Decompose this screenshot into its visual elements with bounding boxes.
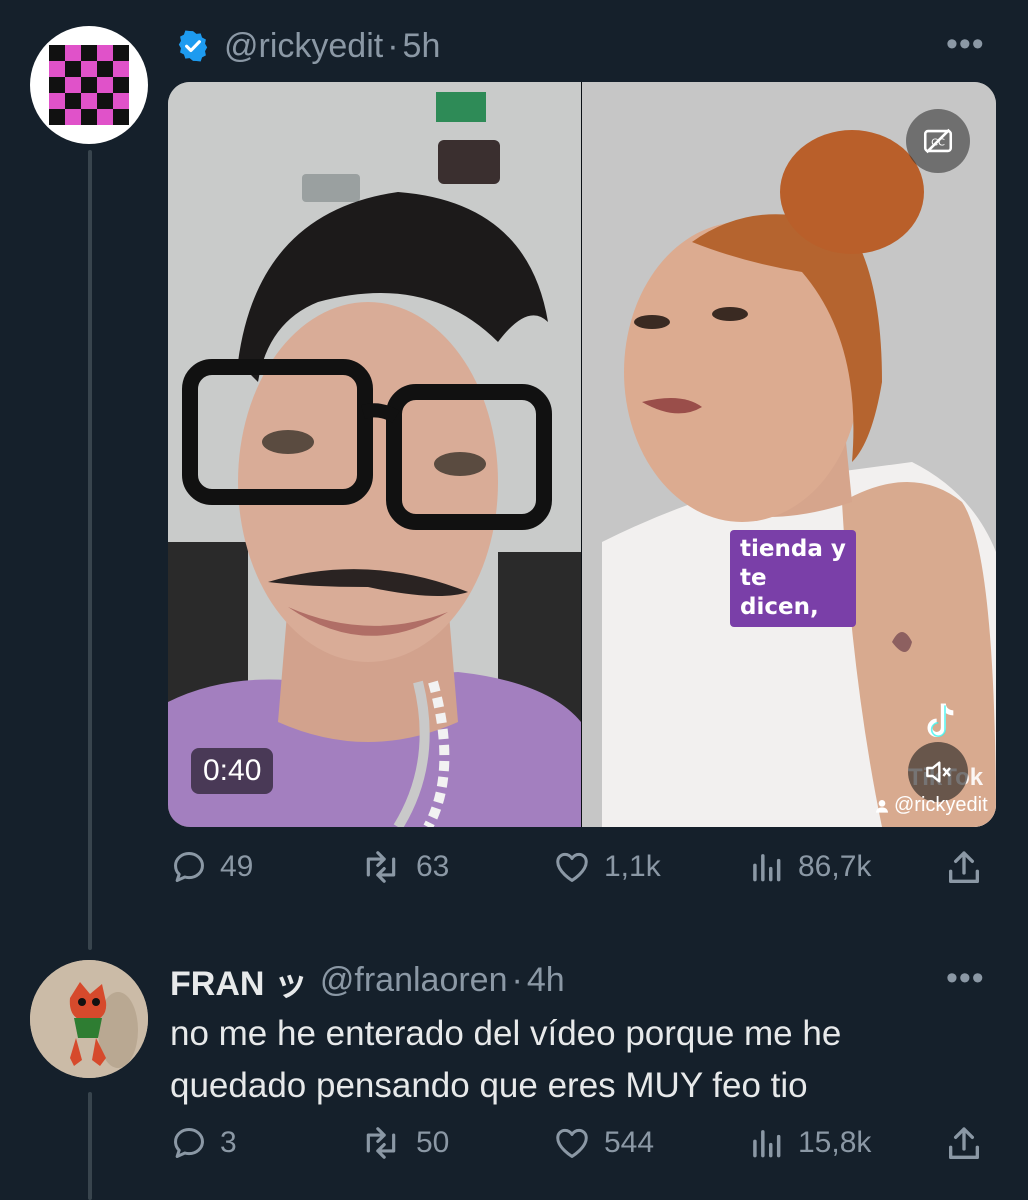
reply-text: no me he enterado del vídeo porque me he… bbox=[170, 1014, 842, 1105]
share-icon bbox=[949, 851, 979, 883]
like-count: 1,1k bbox=[604, 850, 661, 883]
man-with-glasses-image bbox=[168, 82, 581, 827]
views-count: 86,7k bbox=[798, 850, 872, 883]
checkerboard-logo bbox=[49, 45, 129, 125]
retweet-button[interactable]: 50 bbox=[358, 1124, 449, 1162]
retweet-icon bbox=[366, 1127, 396, 1159]
tiktok-handle-watermark: @rickyedit bbox=[874, 794, 988, 817]
reply-header: FRAN ッ @franlaoren · 4h bbox=[170, 956, 565, 1005]
reply-icon bbox=[174, 1128, 204, 1158]
views-button[interactable]: 15,8k bbox=[746, 1124, 871, 1162]
tiktok-logo-icon bbox=[927, 703, 954, 737]
reply-display-name[interactable]: FRAN ッ bbox=[170, 956, 308, 1005]
more-options-icon[interactable]: ••• bbox=[946, 961, 985, 995]
like-button[interactable]: 544 bbox=[552, 1124, 654, 1162]
avatar-franlaoren[interactable] bbox=[30, 960, 148, 1078]
reply-button[interactable]: 3 bbox=[170, 1124, 237, 1162]
thread-line-top bbox=[88, 150, 92, 950]
share-button[interactable] bbox=[944, 1124, 996, 1164]
separator: · bbox=[387, 26, 399, 65]
retweet-count: 63 bbox=[416, 850, 450, 883]
reply-count: 3 bbox=[220, 1126, 237, 1159]
views-button[interactable]: 86,7k bbox=[746, 848, 871, 886]
mute-toggle-button[interactable] bbox=[908, 742, 968, 802]
speaker-muted-icon bbox=[926, 761, 951, 783]
reply-count: 49 bbox=[220, 850, 254, 883]
captions-toggle-button[interactable]: CC bbox=[906, 109, 970, 173]
closed-captions-off-icon: CC bbox=[923, 128, 953, 154]
reply-button[interactable]: 49 bbox=[170, 848, 253, 886]
tiktok-handle-text: @rickyedit bbox=[894, 794, 988, 816]
share-button[interactable] bbox=[944, 848, 996, 888]
like-count: 544 bbox=[604, 1126, 655, 1159]
verified-badge-icon bbox=[178, 30, 208, 62]
heart-icon bbox=[556, 852, 588, 882]
video-caption-text: tienda y te dicen, bbox=[730, 530, 856, 627]
user-icon bbox=[876, 799, 888, 813]
reply-icon bbox=[174, 852, 204, 882]
retweet-button[interactable]: 63 bbox=[358, 848, 449, 886]
thread-line-bottom bbox=[88, 1092, 92, 1200]
views-chart-icon bbox=[753, 854, 781, 882]
reply-time[interactable]: 4h bbox=[527, 961, 565, 1000]
tweet-time[interactable]: 5h bbox=[403, 27, 441, 66]
heart-icon bbox=[556, 1128, 588, 1158]
tweet-handle[interactable]: @rickyedit bbox=[224, 27, 383, 66]
views-chart-icon bbox=[753, 1130, 781, 1158]
tweet-header: @rickyedit · 5h bbox=[176, 26, 440, 66]
retweet-icon bbox=[366, 851, 396, 883]
reply-action-bar: 3 50 544 15,8k bbox=[168, 1124, 998, 1174]
reply-handle[interactable]: @franlaoren bbox=[320, 961, 508, 1000]
views-count: 15,8k bbox=[798, 1126, 872, 1159]
tweet-action-bar: 49 63 1,1k 86,7k bbox=[168, 848, 998, 898]
separator: · bbox=[511, 960, 523, 999]
video-player[interactable]: CC tienda y te dicen, 0:40 TikTok @ricky… bbox=[168, 82, 996, 827]
plush-toy-avatar-image bbox=[30, 960, 148, 1078]
retweet-count: 50 bbox=[416, 1126, 450, 1159]
avatar-rickyedit[interactable] bbox=[30, 26, 148, 144]
like-button[interactable]: 1,1k bbox=[552, 848, 661, 886]
share-icon bbox=[949, 1127, 979, 1159]
video-duration: 0:40 bbox=[191, 748, 274, 794]
more-options-icon[interactable]: ••• bbox=[946, 27, 985, 61]
video-frame-left bbox=[168, 82, 581, 827]
